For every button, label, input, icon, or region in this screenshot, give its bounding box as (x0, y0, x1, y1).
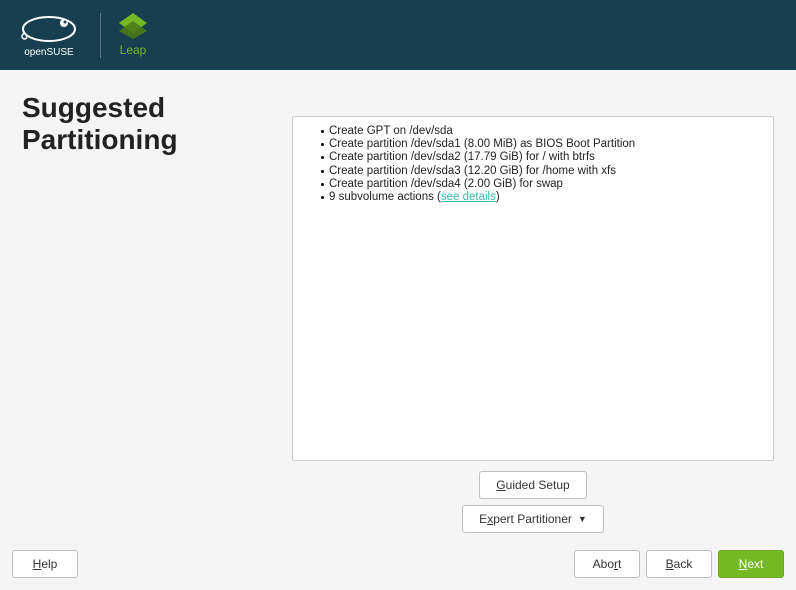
action-item: Create partition /dev/sda4 (2.00 GiB) fo… (329, 178, 761, 191)
header-bar: openSUSE Leap (0, 0, 796, 70)
opensuse-logo: openSUSE (16, 13, 101, 58)
guided-setup-button[interactable]: Guided Setup (479, 471, 586, 499)
back-button[interactable]: Back (646, 550, 712, 578)
dropdown-arrow-icon: ▼ (578, 514, 587, 524)
see-details-link[interactable]: see details (441, 191, 496, 203)
help-button[interactable]: Help (12, 550, 78, 578)
chameleon-icon (16, 13, 82, 45)
action-item: Create partition /dev/sda2 (17.79 GiB) f… (329, 151, 761, 164)
action-item: Create GPT on /dev/sda (329, 125, 761, 138)
content-area: Suggested Partitioning Create GPT on /de… (0, 70, 796, 538)
next-button[interactable]: Next (718, 550, 784, 578)
opensuse-brand-text: openSUSE (24, 47, 73, 58)
page-title: Suggested Partitioning (22, 92, 292, 156)
expert-partitioner-row: Expert Partitioner ▼ (292, 503, 774, 535)
main-panel: Create GPT on /dev/sda Create partition … (292, 92, 774, 538)
guided-setup-row: Guided Setup (292, 461, 774, 503)
abort-button[interactable]: Abort (574, 550, 640, 578)
footer-bar: Help Abort Back Next (0, 538, 796, 590)
leap-logo: Leap (119, 13, 147, 57)
action-item-subvolume: 9 subvolume actions (see details) (329, 191, 761, 204)
action-item: Create partition /dev/sda1 (8.00 MiB) as… (329, 138, 761, 151)
leap-icon (119, 13, 147, 39)
action-item: Create partition /dev/sda3 (12.20 GiB) f… (329, 165, 761, 178)
expert-partitioner-button[interactable]: Expert Partitioner ▼ (462, 505, 604, 533)
leap-product-text: Leap (120, 43, 147, 57)
sidebar: Suggested Partitioning (22, 92, 292, 538)
footer-right-buttons: Abort Back Next (574, 550, 784, 578)
logo-group: openSUSE Leap (16, 13, 147, 58)
partitioning-actions-list: Create GPT on /dev/sda Create partition … (292, 116, 774, 461)
